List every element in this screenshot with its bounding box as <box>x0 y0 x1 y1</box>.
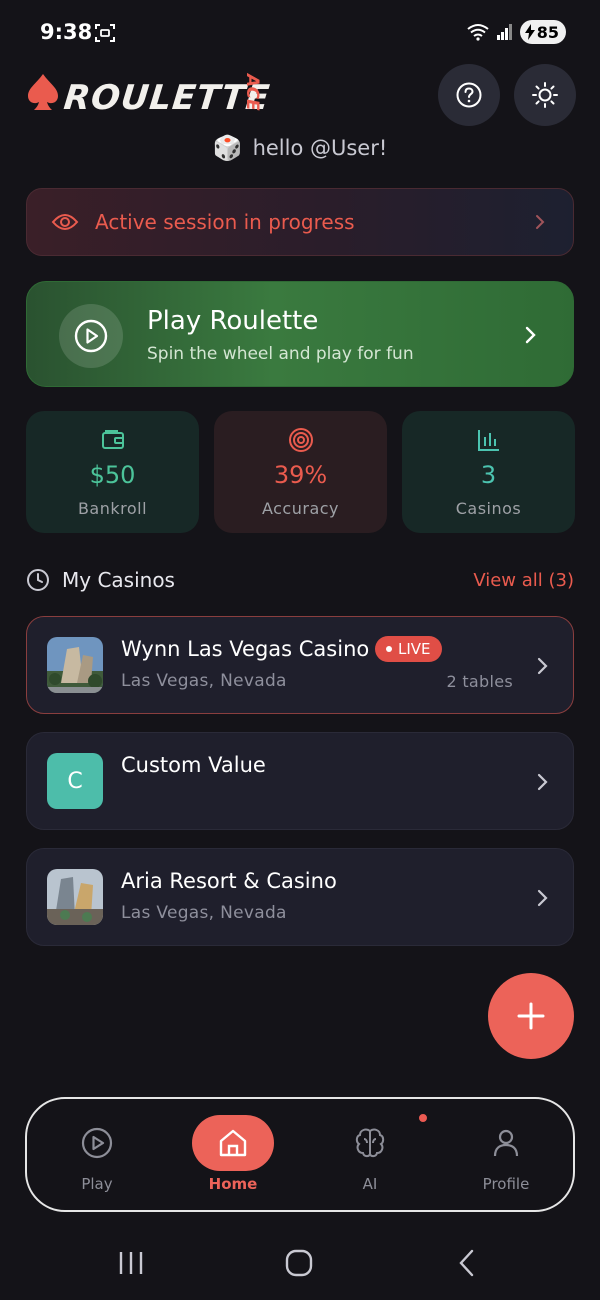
live-badge: LIVE <box>375 636 442 662</box>
user-icon <box>493 1129 519 1157</box>
bar-chart-icon <box>477 430 499 451</box>
play-roulette-card[interactable]: Play Roulette Spin the wheel and play fo… <box>26 281 574 387</box>
status-indicators: 85 <box>466 20 566 44</box>
signal-icon <box>496 24 512 40</box>
wallet-icon <box>101 430 124 449</box>
bottom-nav: Play Home AI Profile <box>25 1097 575 1212</box>
theme-toggle-button[interactable] <box>514 64 576 126</box>
play-subtitle: Spin the wheel and play for fun <box>147 344 414 364</box>
nav-home[interactable]: Home <box>183 1115 283 1193</box>
live-dot <box>386 646 392 652</box>
nav-play[interactable]: Play <box>47 1115 147 1193</box>
chevron-right-icon <box>537 773 548 791</box>
nav-ai[interactable]: AI <box>320 1112 429 1193</box>
stat-value: 3 <box>480 461 497 489</box>
nav-label: Home <box>208 1175 258 1193</box>
greeting-text: hello @User! <box>252 136 388 160</box>
back-icon[interactable] <box>456 1248 478 1278</box>
play-icon <box>74 319 108 353</box>
my-casinos-header: My Casinos <box>26 568 175 592</box>
nav-profile[interactable]: Profile <box>456 1115 556 1193</box>
brain-icon <box>355 1128 385 1158</box>
active-session-banner[interactable]: Active session in progress <box>26 188 574 256</box>
recent-apps-icon[interactable] <box>118 1248 144 1278</box>
stat-value: $50 <box>89 461 136 489</box>
battery-level: 85 <box>536 22 559 42</box>
spade-icon <box>28 74 58 110</box>
chevron-right-icon <box>536 215 545 229</box>
stat-bankroll[interactable]: $50 Bankroll <box>26 411 199 533</box>
home-icon <box>219 1129 247 1157</box>
section-title: My Casinos <box>62 568 175 592</box>
casino-name: Aria Resort & Casino <box>121 869 337 893</box>
screenshot-icon <box>95 24 115 42</box>
session-text: Active session in progress <box>95 210 355 234</box>
logo-accent: ACE <box>242 74 262 111</box>
stat-label: Casinos <box>455 499 522 518</box>
battery-indicator: 85 <box>519 20 566 44</box>
casino-location: Las Vegas, Nevada <box>121 671 287 691</box>
casino-card[interactable]: C Custom Value <box>26 732 574 830</box>
help-button[interactable] <box>438 64 500 126</box>
live-badge-label: LIVE <box>398 640 431 658</box>
nav-home-pill <box>192 1115 274 1171</box>
view-all-link[interactable]: View all (3) <box>473 570 574 591</box>
plus-icon <box>517 1002 545 1030</box>
nav-label: Profile <box>482 1175 530 1193</box>
stat-label: Bankroll <box>77 499 148 518</box>
status-time: 9:38 <box>40 20 93 44</box>
app-logo: ROULETTE <box>26 72 272 122</box>
charging-icon <box>524 24 535 40</box>
chevron-right-icon <box>537 889 548 907</box>
add-casino-button[interactable] <box>488 973 574 1059</box>
casino-name: Wynn Las Vegas Casino <box>121 637 370 661</box>
eye-icon <box>51 214 79 230</box>
play-icon <box>81 1127 113 1159</box>
stat-accuracy[interactable]: 39% Accuracy <box>214 411 387 533</box>
casino-avatar: C <box>47 753 103 809</box>
chevron-right-icon <box>537 657 548 675</box>
help-icon <box>456 82 482 108</box>
casino-name: Custom Value <box>121 753 266 777</box>
home-system-icon[interactable] <box>284 1248 314 1278</box>
stat-label: Accuracy <box>261 499 340 518</box>
stat-casinos[interactable]: 3 Casinos <box>402 411 575 533</box>
casino-location: Las Vegas, Nevada <box>121 903 287 923</box>
casino-card[interactable]: Wynn Las Vegas Casino LIVE Las Vegas, Ne… <box>26 616 574 714</box>
wifi-icon <box>467 24 489 41</box>
casino-thumbnail <box>47 869 103 925</box>
nav-label: AI <box>362 1175 378 1193</box>
greeting: 🎲 hello @User! <box>0 134 600 162</box>
casino-thumbnail <box>47 637 103 693</box>
stat-value: 39% <box>273 461 328 489</box>
casino-card[interactable]: Aria Resort & Casino Las Vegas, Nevada <box>26 848 574 946</box>
clock-icon <box>27 569 49 591</box>
target-icon <box>288 428 313 452</box>
dice-icon: 🎲 <box>212 134 243 162</box>
nav-label: Play <box>81 1175 113 1193</box>
chevron-right-icon <box>525 326 536 344</box>
logo-accent-wrap: ACE <box>238 74 264 118</box>
casino-tables: 2 tables <box>446 672 513 691</box>
notification-dot <box>417 1112 429 1124</box>
play-circle <box>59 304 123 368</box>
sun-icon <box>532 82 558 108</box>
play-title: Play Roulette <box>147 306 319 336</box>
